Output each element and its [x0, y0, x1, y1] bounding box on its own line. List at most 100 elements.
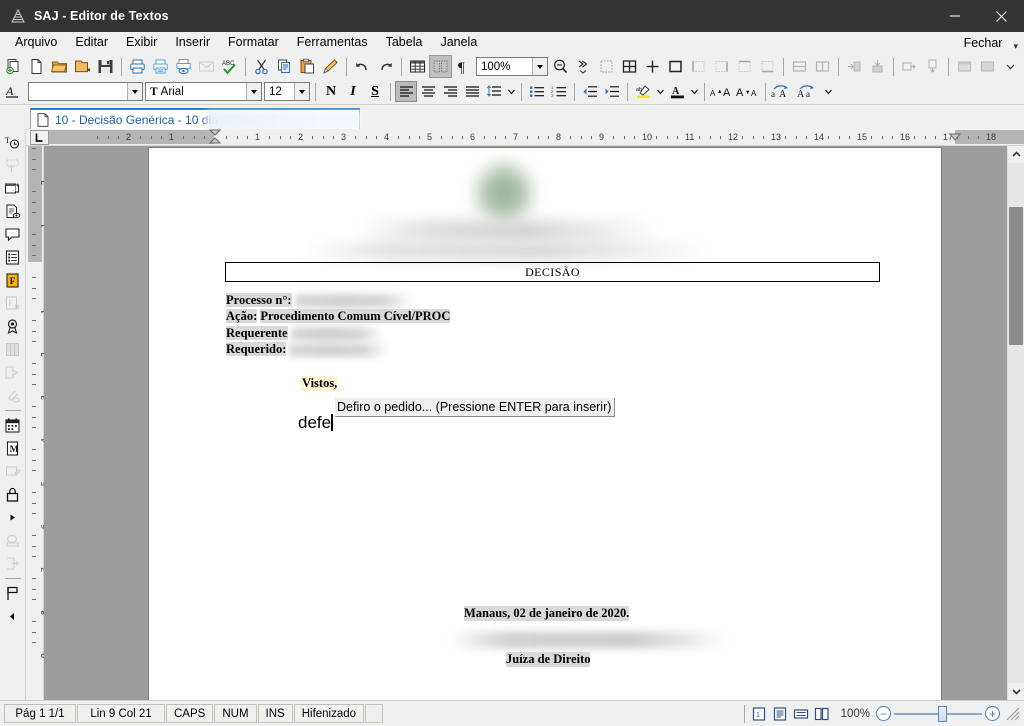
- uppercase-icon[interactable]: a A: [770, 81, 796, 102]
- redo-icon[interactable]: [374, 55, 397, 78]
- table-outer-border-icon[interactable]: [664, 55, 687, 78]
- view-two-page-icon[interactable]: [812, 704, 833, 724]
- indent-marker-left[interactable]: [208, 129, 222, 145]
- undo-icon[interactable]: [351, 55, 374, 78]
- indent-marker-right[interactable]: [948, 129, 962, 141]
- open-model-icon[interactable]: [71, 55, 94, 78]
- columns-icon[interactable]: [429, 55, 452, 78]
- insert-table-icon[interactable]: [406, 55, 429, 78]
- menu-editar[interactable]: Editar: [66, 33, 117, 53]
- cut-icon[interactable]: [250, 55, 273, 78]
- typed-text[interactable]: defe: [298, 413, 333, 433]
- italic-button[interactable]: I: [342, 81, 364, 102]
- model-icon[interactable]: M: [2, 437, 24, 459]
- save-icon[interactable]: [94, 55, 117, 78]
- table-grid-icon[interactable]: [618, 55, 641, 78]
- open-folder-icon[interactable]: [48, 55, 71, 78]
- menu-exibir[interactable]: Exibir: [117, 33, 166, 53]
- zoom-combo[interactable]: 100%: [476, 57, 548, 76]
- ruler-scale[interactable]: 2 1 1 2 3 4 5 6 7 8 9 10 11 12 13 14 15 16 17 18: [49, 129, 1024, 146]
- menu-ferramentas[interactable]: Ferramentas: [288, 33, 377, 53]
- close-button[interactable]: [978, 0, 1024, 32]
- line-spacing-dropdown-icon[interactable]: [505, 81, 517, 102]
- digital-signature-icon[interactable]: [2, 315, 24, 337]
- calendar-icon[interactable]: [2, 414, 24, 436]
- print-queue-icon[interactable]: [149, 55, 172, 78]
- spellcheck-icon[interactable]: ABC: [218, 55, 241, 78]
- document-canvas[interactable]: DECISÃO Processo n°: Ação: Procedimento …: [44, 146, 1007, 700]
- scroll-up-button[interactable]: [1008, 146, 1024, 163]
- resize-grip-icon[interactable]: [1006, 707, 1020, 721]
- print-icon[interactable]: [126, 55, 149, 78]
- status-num[interactable]: NUM: [214, 704, 257, 723]
- status-ins[interactable]: INS: [257, 704, 293, 723]
- highlight-color-icon[interactable]: ab: [632, 81, 654, 102]
- new-from-model-icon[interactable]: [2, 55, 25, 78]
- status-extra[interactable]: [365, 704, 384, 723]
- bookmark-flag-icon[interactable]: [2, 582, 24, 604]
- document-properties-icon[interactable]: [2, 200, 24, 222]
- decrease-indent-icon[interactable]: [579, 81, 601, 102]
- zoom-slider-track[interactable]: [894, 705, 982, 722]
- zoom-out-circle-icon[interactable]: −: [876, 706, 891, 721]
- toolbar-expand-icon[interactable]: [572, 55, 595, 78]
- align-left-icon[interactable]: [395, 81, 417, 102]
- document-page[interactable]: DECISÃO Processo n°: Ação: Procedimento …: [149, 148, 941, 700]
- document-tab[interactable]: 10 - Decisão Genérica - 10 dia: [30, 108, 361, 131]
- view-page-layout-icon[interactable]: 1: [749, 704, 770, 724]
- collapse-left-icon[interactable]: [2, 605, 24, 627]
- copy-icon[interactable]: [273, 55, 296, 78]
- paragraph-style-icon[interactable]: A: [2, 80, 25, 103]
- format-toolbar-overflow-icon[interactable]: [822, 81, 834, 102]
- zoom-in-circle-icon[interactable]: +: [985, 706, 1000, 721]
- paragraph-style-combo[interactable]: [28, 82, 143, 101]
- line-spacing-icon[interactable]: [483, 81, 505, 102]
- status-hyphen[interactable]: Hifenizado: [293, 704, 365, 723]
- menu-janela[interactable]: Janela: [431, 33, 486, 53]
- comment-icon[interactable]: [2, 223, 24, 245]
- show-marks-icon[interactable]: ¶: [452, 55, 475, 78]
- font-family-combo[interactable]: T Arial: [145, 82, 262, 101]
- font-size-combo[interactable]: 12: [264, 82, 310, 101]
- tab-stop-left-icon[interactable]: [30, 129, 49, 145]
- status-page[interactable]: Pág 1 1/1: [4, 704, 76, 723]
- menu-formatar[interactable]: Formatar: [219, 33, 288, 53]
- toolbar-overflow-icon[interactable]: [999, 55, 1022, 78]
- chevron-down-icon[interactable]: [127, 83, 142, 100]
- new-document-icon[interactable]: [25, 55, 48, 78]
- zoom-out-icon[interactable]: [549, 55, 572, 78]
- table-insert-cross-icon[interactable]: [641, 55, 664, 78]
- menu-tabela[interactable]: Tabela: [377, 33, 432, 53]
- chevron-down-icon[interactable]: ▾: [1013, 41, 1018, 52]
- play-icon[interactable]: [2, 506, 24, 528]
- align-justify-icon[interactable]: [461, 81, 483, 102]
- change-case-icon[interactable]: A a: [796, 81, 822, 102]
- insert-time-field-icon[interactable]: T: [2, 131, 24, 153]
- horizontal-ruler[interactable]: 2 1 1 2 3 4 5 6 7 8 9 10 11 12 13 14 15 16 17 18: [26, 129, 1024, 146]
- chevron-down-icon[interactable]: [246, 83, 261, 100]
- bullet-list-icon[interactable]: [526, 81, 548, 102]
- vertical-scrollbar[interactable]: [1007, 146, 1024, 700]
- zoom-slider-thumb[interactable]: [938, 705, 947, 722]
- underline-button[interactable]: S: [364, 81, 386, 102]
- highlight-dropdown-icon[interactable]: [654, 81, 666, 102]
- increase-font-icon[interactable]: A ▲ A: [709, 81, 735, 102]
- increase-indent-icon[interactable]: [601, 81, 623, 102]
- numbered-list-icon[interactable]: 1 2 3: [548, 81, 570, 102]
- paste-icon[interactable]: [296, 55, 319, 78]
- menu-inserir[interactable]: Inserir: [166, 33, 219, 53]
- align-right-icon[interactable]: [439, 81, 461, 102]
- view-reading-icon[interactable]: [770, 704, 791, 724]
- insert-field-icon[interactable]: F: [2, 269, 24, 291]
- minimize-button[interactable]: [932, 0, 978, 32]
- scrollbar-track[interactable]: [1008, 163, 1024, 683]
- chevron-down-icon[interactable]: [532, 58, 547, 75]
- view-web-icon[interactable]: [791, 704, 812, 724]
- bold-button[interactable]: N: [320, 81, 342, 102]
- autocomplete-suggestion-tooltip[interactable]: Defiro o pedido... (Pressione ENTER para…: [335, 398, 616, 417]
- print-preview-icon[interactable]: [172, 55, 195, 78]
- font-color-dropdown-icon[interactable]: [688, 81, 700, 102]
- menu-arquivo[interactable]: Arquivo: [6, 33, 66, 53]
- scrollbar-thumb[interactable]: [1009, 207, 1023, 345]
- status-line-col[interactable]: Lin 9 Col 21: [77, 704, 165, 723]
